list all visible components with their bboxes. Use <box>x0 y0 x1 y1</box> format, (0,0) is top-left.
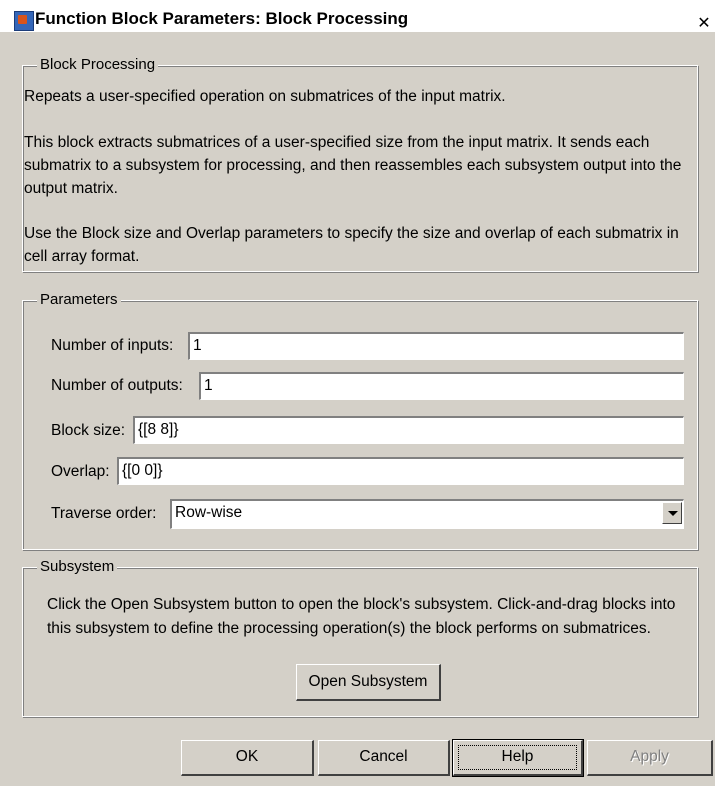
subsystem-legend: Subsystem <box>37 558 118 576</box>
title-bar: Function Block Parameters: Block Process… <box>0 0 715 32</box>
ok-button[interactable]: OK <box>181 740 314 776</box>
number-of-outputs-field[interactable]: 1 <box>198 371 685 401</box>
focus-ring <box>458 745 577 770</box>
close-button[interactable]: ✕ <box>693 14 715 34</box>
chevron-down-icon[interactable] <box>662 502 682 524</box>
open-subsystem-button[interactable]: Open Subsystem <box>296 664 441 701</box>
block-processing-legend: Block Processing <box>37 56 159 74</box>
number-of-outputs-label: Number of outputs: <box>51 377 183 394</box>
number-of-inputs-label: Number of inputs: <box>51 337 174 354</box>
description-paragraph-2: This block extracts submatrices of a use… <box>24 134 682 197</box>
parameters-legend: Parameters <box>37 291 121 309</box>
simulink-block-icon <box>14 11 34 31</box>
traverse-order-select[interactable]: Row-wise <box>169 498 685 530</box>
cancel-button[interactable]: Cancel <box>318 740 450 776</box>
traverse-order-label: Traverse order: <box>51 505 157 522</box>
description-line-1: Repeats a user-specified operation on su… <box>24 88 506 105</box>
block-size-label: Block size: <box>51 422 126 439</box>
description-paragraph-3: Use the Block size and Overlap parameter… <box>24 225 679 265</box>
traverse-order-value: Row-wise <box>175 504 243 521</box>
block-size-field[interactable]: {[8 8]} <box>132 415 685 445</box>
number-of-inputs-field[interactable]: 1 <box>187 331 685 361</box>
help-button[interactable]: Help <box>452 739 584 777</box>
apply-button[interactable]: Apply <box>587 740 713 776</box>
overlap-label: Overlap: <box>51 463 110 480</box>
subsystem-description: Click the Open Subsystem button to open … <box>47 596 676 637</box>
overlap-field[interactable]: {[0 0]} <box>116 456 685 486</box>
window-title: Function Block Parameters: Block Process… <box>35 9 409 28</box>
